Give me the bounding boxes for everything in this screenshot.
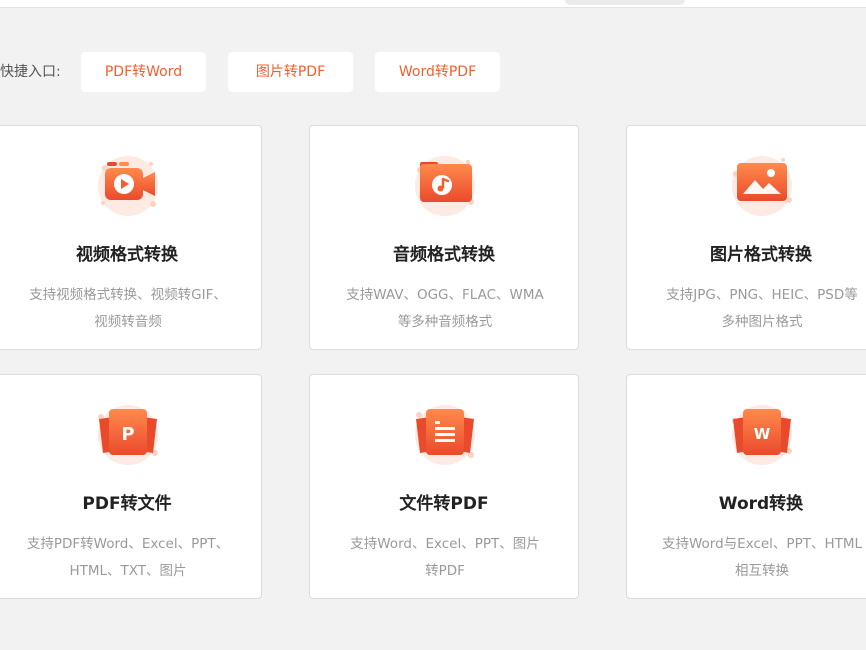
card-description: 支持视频格式转换、视频转GIF、 视频转音频: [29, 287, 227, 330]
card-description: 支持Word、Excel、PPT、图片 转PDF: [350, 536, 540, 579]
card-description: 支持PDF转Word、Excel、PPT、 HTML、TXT、图片: [26, 536, 230, 579]
word-convert-card[interactable]: W Word转换 支持Word与Excel、PPT、HTML 相互转换: [626, 374, 866, 599]
quick-word-to-pdf-button[interactable]: Word转PDF: [375, 52, 500, 92]
image-convert-card[interactable]: 图片格式转换 支持JPG、PNG、HEIC、PSD等 多种图片格式: [626, 125, 866, 350]
svg-text:P: P: [121, 424, 134, 445]
file-to-pdf-card[interactable]: 文件转PDF 支持Word、Excel、PPT、图片 转PDF: [309, 374, 579, 599]
card-description: 支持JPG、PNG、HEIC、PSD等 多种图片格式: [666, 287, 858, 330]
word-file-icon: W: [727, 397, 797, 467]
video-camera-icon: [93, 148, 163, 218]
audio-convert-card[interactable]: 音频格式转换 支持WAV、OGG、FLAC、WMA 等多种音频格式: [309, 125, 579, 350]
card-title: Word转换: [718, 494, 804, 514]
quick-image-to-pdf-button[interactable]: 图片转PDF: [228, 52, 353, 92]
card-title: 文件转PDF: [399, 494, 489, 514]
card-description: 支持WAV、OGG、FLAC、WMA 等多种音频格式: [346, 287, 544, 330]
video-convert-card[interactable]: 视频格式转换 支持视频格式转换、视频转GIF、 视频转音频: [0, 125, 262, 350]
document-icon: [410, 397, 480, 467]
quick-entry-label: 快捷入口:: [0, 64, 61, 80]
pdf-to-file-card[interactable]: P PDF转文件 支持PDF转Word、Excel、PPT、 HTML、TXT、图…: [0, 374, 262, 599]
image-icon: [727, 148, 797, 218]
top-bar: [0, 0, 866, 8]
tool-home: 快捷入口: PDF转Word 图片转PDF Word转PDF 视频格式转换 支持…: [0, 0, 866, 650]
card-title: 视频格式转换: [76, 245, 178, 265]
quick-pdf-to-word-button[interactable]: PDF转Word: [81, 52, 206, 92]
card-title: PDF转文件: [82, 494, 172, 514]
card-description: 支持Word与Excel、PPT、HTML 相互转换: [661, 536, 863, 579]
card-title: 音频格式转换: [393, 245, 495, 265]
top-tab-edge: [565, 0, 685, 5]
svg-text:W: W: [754, 425, 771, 443]
card-title: 图片格式转换: [710, 245, 812, 265]
pdf-file-icon: P: [93, 397, 163, 467]
music-note-icon: [410, 148, 480, 218]
